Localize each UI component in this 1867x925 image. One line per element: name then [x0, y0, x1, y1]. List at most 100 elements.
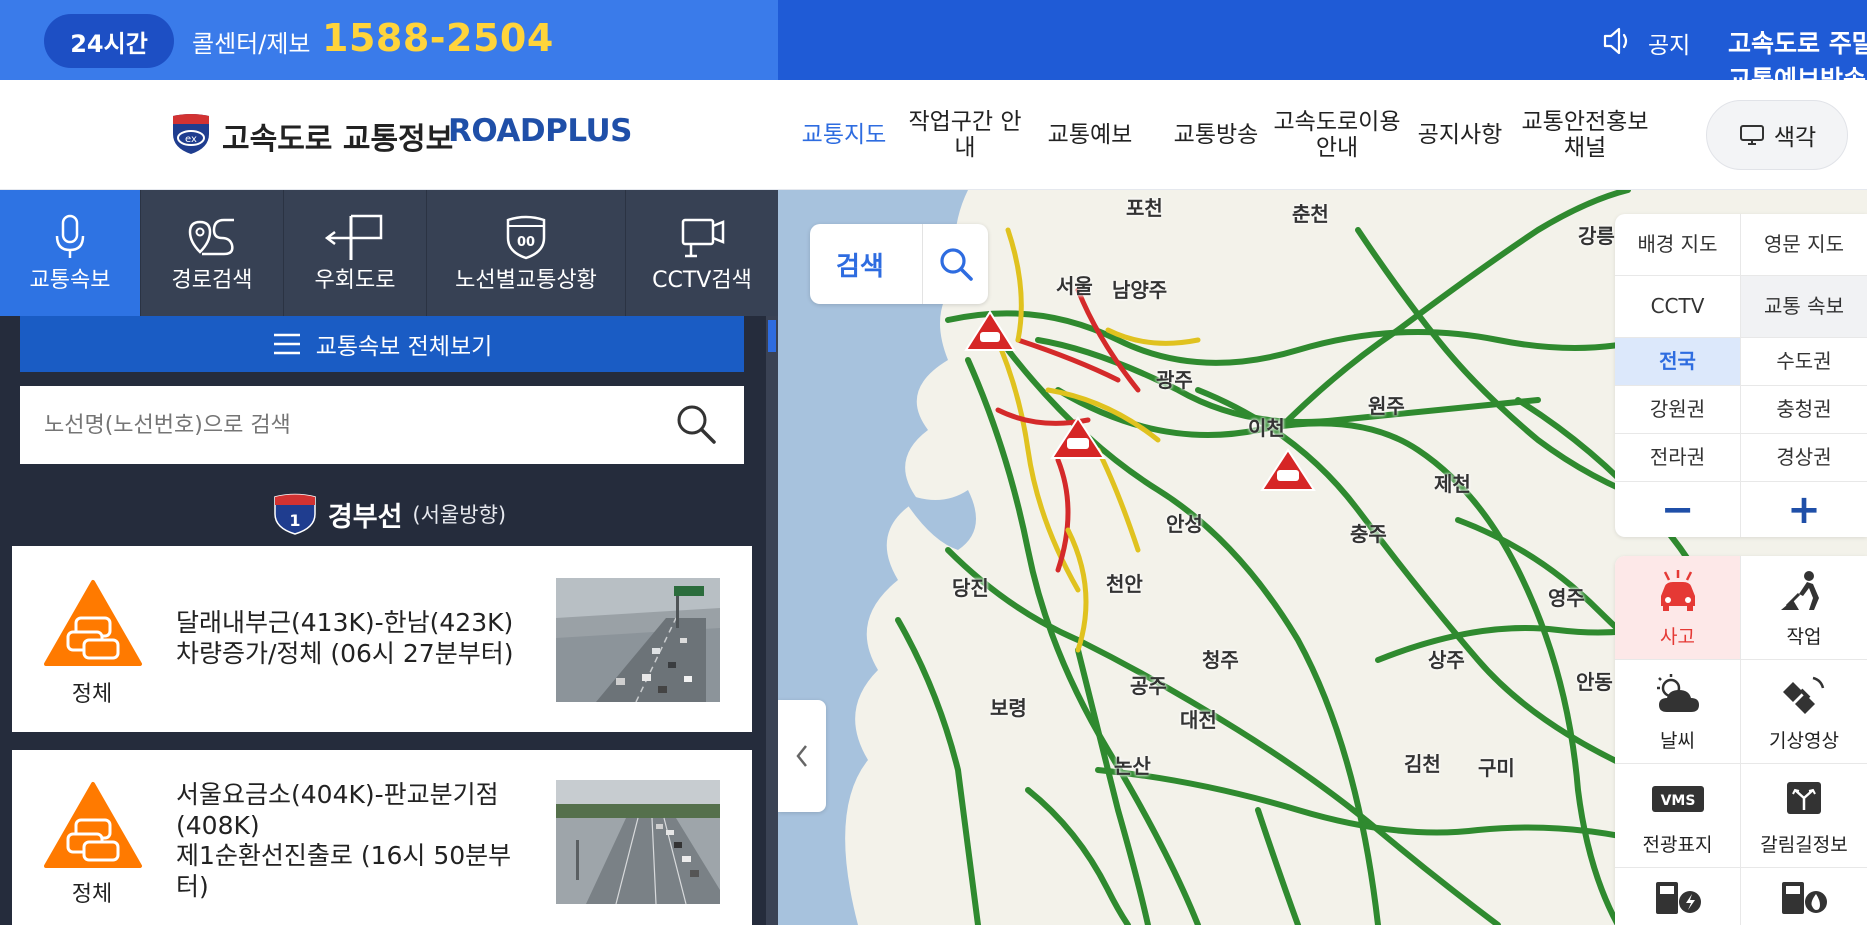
- layer-hydrogen-button[interactable]: [1741, 868, 1867, 925]
- map-search-divider: [922, 224, 923, 304]
- callcenter-label: 콜센터/제보: [192, 30, 311, 58]
- layer-weather-video-button[interactable]: 기상영상: [1741, 660, 1867, 764]
- color-vision-button[interactable]: 색각: [1706, 100, 1848, 170]
- background-map-button[interactable]: 배경 지도: [1615, 214, 1741, 276]
- callcenter-phone[interactable]: 1588-2504: [322, 16, 554, 60]
- traffic-news-card[interactable]: 정체 달래내부근(413K)-한남(423K) 차량증가/정체 (06시 27분…: [12, 546, 752, 732]
- tab-detour[interactable]: 우회도로: [284, 190, 427, 316]
- zoom-out-button[interactable]: −: [1615, 482, 1741, 537]
- tab-label: 경로검색: [171, 268, 253, 293]
- english-map-button[interactable]: 영문 지도: [1741, 214, 1867, 276]
- route-search-input[interactable]: [44, 404, 644, 446]
- search-icon[interactable]: [674, 402, 718, 446]
- menu-icon: [273, 333, 300, 355]
- left-panel: 교통속보 경로검색 우회도로 00 노선별교통상황 CCTV검색 교통속보 전체…: [0, 190, 778, 925]
- cctv-thumbnail[interactable]: [556, 780, 720, 904]
- route-pin-icon: [188, 218, 234, 256]
- monitor-icon: [1739, 125, 1764, 145]
- panel-collapse-button[interactable]: [778, 700, 826, 812]
- region-nationwide[interactable]: 전국: [1615, 338, 1741, 386]
- map-place-label: 당진: [952, 576, 989, 600]
- map-search-label[interactable]: 검색: [836, 246, 884, 283]
- speaker-icon: [1603, 27, 1628, 55]
- layer-ev-charger-button[interactable]: [1615, 868, 1741, 925]
- card-description: 달래내부근(413K)-한남(423K) 차량증가/정체 (06시 27분부터): [176, 608, 513, 669]
- layer-vms-button[interactable]: VMS 전광표지: [1615, 764, 1741, 868]
- all-view-label: 교통속보 전체보기: [315, 334, 493, 360]
- region-gyeongsang[interactable]: 경상권: [1741, 434, 1867, 482]
- panel-scrollbar[interactable]: [766, 316, 778, 925]
- panel-scroll-thumb[interactable]: [768, 320, 776, 352]
- card-status: 정체: [71, 682, 113, 707]
- cctv-layer-button[interactable]: CCTV: [1615, 276, 1741, 338]
- map-place-label: 안동: [1576, 670, 1613, 694]
- tab-route-status[interactable]: 00 노선별교통상황: [427, 190, 626, 316]
- nav-highway-guide[interactable]: 고속도로이용 안내: [1272, 80, 1402, 190]
- notice-label: 공지: [1648, 33, 1691, 59]
- nav-traffic-broadcast[interactable]: 교통방송: [1166, 80, 1266, 190]
- map-place-label: 영주: [1548, 586, 1585, 610]
- map-layer-panel: 사고 작업 날씨 기상영상 VMS 전광표지 갈림길정보: [1615, 556, 1867, 925]
- ev-charger-icon: [1655, 882, 1701, 914]
- map-place-label: 춘천: [1292, 202, 1329, 226]
- map-search-box[interactable]: 검색: [810, 224, 988, 304]
- map-place-label: 안성: [1166, 512, 1203, 536]
- map-place-label: 논산: [1114, 754, 1151, 778]
- tab-route-search[interactable]: 경로검색: [141, 190, 284, 316]
- traffic-news-layer-button[interactable]: 교통 속보: [1741, 276, 1867, 338]
- weather-cloud-icon: [1656, 674, 1699, 712]
- layer-label: 날씨: [1660, 730, 1695, 752]
- nav-work-zone[interactable]: 작업구간 안내: [900, 80, 1030, 190]
- layer-label: 갈림길정보: [1760, 834, 1848, 856]
- route-direction: (서울방향): [412, 503, 507, 527]
- svg-text:ex: ex: [185, 134, 197, 145]
- traffic-news-card[interactable]: 정체 서울요금소(404K)-판교분기점 (408K) 제1순환선진출로 (16…: [12, 750, 752, 925]
- congestion-warning-icon: [44, 580, 142, 666]
- layer-label: 기상영상: [1769, 730, 1839, 752]
- all-traffic-news-button[interactable]: 교통속보 전체보기: [20, 316, 744, 372]
- route-name: 경부선: [327, 501, 403, 533]
- search-icon[interactable]: [936, 244, 976, 284]
- map-place-label: 서울: [1056, 274, 1093, 298]
- tab-cctv-search[interactable]: CCTV검색: [626, 190, 778, 316]
- map-place-label: 대전: [1180, 708, 1217, 732]
- route-shield-icon: 1: [274, 493, 316, 535]
- map-place-label: 강릉: [1578, 224, 1615, 248]
- region-chungcheong[interactable]: 충청권: [1741, 386, 1867, 434]
- logo-brand[interactable]: ROADPLUS: [448, 113, 632, 149]
- highway-shield-icon: 00: [506, 215, 546, 260]
- cctv-thumbnail[interactable]: [556, 578, 720, 702]
- map-place-label: 김천: [1404, 752, 1441, 776]
- map-place-label: 보령: [990, 696, 1027, 720]
- zoom-in-button[interactable]: +: [1741, 482, 1867, 537]
- layer-junction-button[interactable]: 갈림길정보: [1741, 764, 1867, 868]
- congestion-warning-icon: [44, 782, 142, 868]
- layer-accident-button[interactable]: 사고: [1615, 556, 1741, 660]
- map-place-label: 남양주: [1112, 278, 1168, 302]
- map-place-label: 구미: [1478, 756, 1515, 780]
- card-status: 정체: [71, 882, 113, 907]
- card-description: 서울요금소(404K)-판교분기점 (408K) 제1순환선진출로 (16시 5…: [176, 780, 511, 902]
- route-search-box: [20, 386, 744, 464]
- tab-traffic-news[interactable]: 교통속보: [0, 190, 141, 316]
- card-line: 서울요금소(404K)-판교분기점: [176, 780, 499, 809]
- hours-badge: 24시간: [44, 14, 174, 68]
- region-gangwon[interactable]: 강원권: [1615, 386, 1741, 434]
- nav-notice[interactable]: 공지사항: [1410, 80, 1510, 190]
- layer-weather-button[interactable]: 날씨: [1615, 660, 1741, 764]
- nav-safety-channel[interactable]: 교통안전홍보 채널: [1518, 80, 1652, 190]
- microphone-icon: [55, 214, 85, 258]
- nav-traffic-map[interactable]: 교통지도: [794, 80, 894, 190]
- region-jeolla[interactable]: 전라권: [1615, 434, 1741, 482]
- tab-label: CCTV검색: [652, 268, 752, 293]
- card-line: 달래내부근(413K)-한남(423K): [176, 608, 514, 637]
- ex-logo-icon[interactable]: ex: [170, 112, 212, 156]
- region-capital[interactable]: 수도권: [1741, 338, 1867, 386]
- map-place-label: 상주: [1428, 648, 1465, 672]
- notice-banner[interactable]: 공지 고속도로 주말교통예보방송(7.20~7.21): [778, 0, 1867, 125]
- layer-work-button[interactable]: 작업: [1741, 556, 1867, 660]
- map-place-label: 청주: [1202, 648, 1239, 672]
- logo-title[interactable]: 고속도로 교통정보: [222, 114, 453, 158]
- vms-sign-icon: VMS: [1651, 786, 1704, 812]
- nav-traffic-forecast[interactable]: 교통예보: [1040, 80, 1140, 190]
